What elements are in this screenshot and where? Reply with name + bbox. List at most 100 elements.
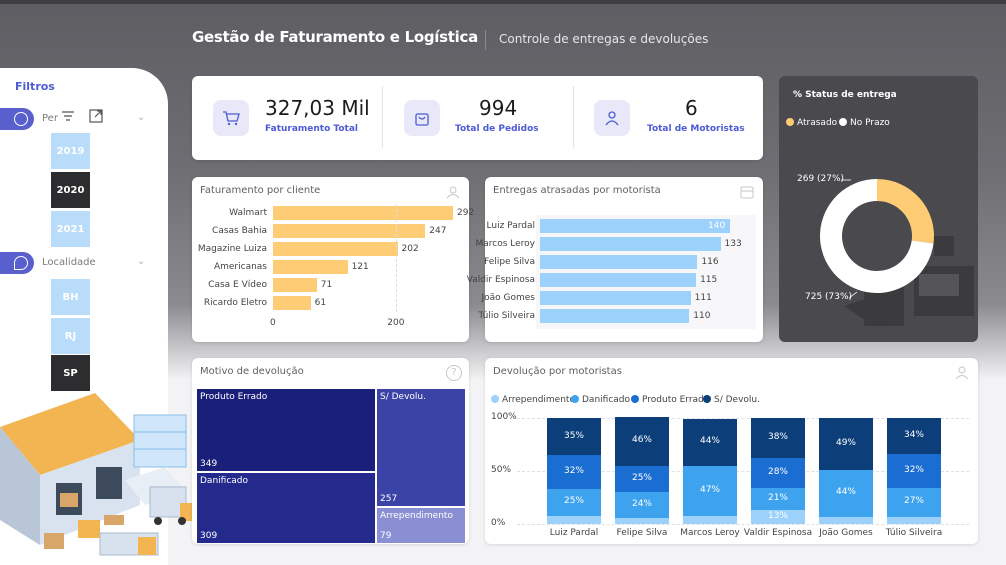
bar-value-label: 133 [724, 239, 742, 249]
filter-icon[interactable] [61, 110, 75, 122]
stacked-bar-segment[interactable]: 27% [887, 487, 941, 517]
bar-value-label: 247 [429, 226, 447, 236]
location-pin-icon [14, 256, 28, 270]
year-option-2019[interactable]: 2019 [51, 133, 90, 169]
bar-value-label: 111 [694, 293, 712, 303]
kpi-revenue-label: Faturamento Total [265, 124, 359, 134]
stacked-bar-segment[interactable]: 13% [751, 510, 805, 524]
stacked-bar-segment[interactable]: 44% [819, 469, 873, 517]
stacked-bar-segment[interactable]: 25% [547, 489, 601, 516]
calendar-icon [14, 112, 28, 126]
stacked-bar-segment[interactable]: 38% [751, 418, 805, 459]
x-category-label: Luiz Pardal [549, 528, 599, 538]
stacked-bar-segment[interactable]: 28% [751, 458, 805, 488]
treemap-tile[interactable]: S/ Devolu. 257 [377, 389, 465, 506]
x-category-label: Valdir Espinosa [743, 528, 813, 538]
axis-gridline [396, 204, 398, 312]
stacked-bar-segment[interactable]: 24% [615, 492, 669, 518]
year-option-2020[interactable]: 2020 [51, 172, 90, 208]
kpi-divider [573, 86, 574, 148]
revenue-by-client-card: Faturamento por cliente Walmart 292 Casas … [192, 177, 474, 342]
donut-label-atrasado: 269 (27%) [797, 174, 845, 184]
revenue-by-client-title: Faturamento por cliente [200, 185, 321, 196]
bar-category-label: Magazine Luiza [197, 244, 267, 254]
stacked-bar-segment[interactable] [547, 515, 601, 524]
treemap-tile-value: 79 [380, 531, 392, 541]
legend-dot [491, 395, 499, 403]
bar-value-label: 292 [457, 208, 475, 218]
bar-category-label: Americanas [213, 262, 267, 272]
location-filter-label: Localidade [42, 257, 96, 268]
legend-item[interactable]: Danificado [571, 395, 630, 405]
year-option-2021[interactable]: 2021 [51, 211, 90, 247]
segment-label: 35% [563, 430, 584, 441]
legend-label: Arrependimento [502, 395, 575, 405]
user-icon[interactable] [955, 366, 969, 380]
treemap-tile[interactable]: Produto Errado 349 [197, 389, 375, 471]
bar[interactable] [273, 206, 453, 220]
segment-label: 32% [563, 466, 584, 477]
legend-label: Danificado [582, 395, 631, 405]
donut-slice-atrasado[interactable] [877, 179, 934, 244]
stacked-bar-segment[interactable]: 32% [887, 454, 941, 488]
axis-tick-label: 0 [270, 318, 276, 328]
bar-category-label: Túlio Silveira [478, 311, 536, 321]
stacked-bar-segment[interactable]: 35% [547, 418, 601, 456]
bar[interactable] [540, 309, 690, 323]
people-icon [594, 100, 630, 136]
bar[interactable] [540, 255, 698, 269]
stacked-bar-segment[interactable]: 25% [615, 465, 669, 493]
treemap-tile[interactable]: Arrependimento 79 [377, 508, 465, 543]
legend-label: S/ Devolu. [714, 395, 760, 405]
stacked-bar-segment[interactable] [819, 516, 873, 524]
stacked-bar-segment[interactable]: 49% [819, 418, 873, 470]
stacked-bar-segment[interactable] [683, 515, 737, 524]
stacked-bar-segment[interactable]: 46% [615, 416, 669, 466]
legend-item[interactable]: Produto Errado [631, 395, 709, 405]
status-donut-chart[interactable] [779, 76, 978, 342]
stacked-bar-segment[interactable]: 32% [547, 455, 601, 489]
bar[interactable] [273, 242, 398, 256]
bar-value-label: 61 [314, 298, 327, 308]
focus-mode-icon[interactable] [89, 109, 103, 123]
bar[interactable] [273, 278, 317, 292]
bar[interactable] [273, 224, 426, 238]
treemap-tile[interactable]: Danificado 309 [197, 473, 375, 543]
treemap-tile-value: 349 [200, 459, 218, 469]
period-filter-toggle[interactable] [0, 108, 34, 130]
help-icon[interactable]: ? [446, 365, 462, 381]
bar[interactable] [540, 291, 691, 305]
legend-item[interactable]: Arrependimento [491, 395, 575, 405]
bar-value-label: 202 [401, 244, 419, 254]
stacked-bar-segment[interactable]: 34% [887, 418, 941, 455]
bar[interactable] [273, 296, 311, 310]
bar-category-label: Luiz Pardal [486, 221, 535, 231]
stacked-bar-segment[interactable]: 21% [751, 487, 805, 511]
stacked-bar-segment[interactable] [887, 516, 941, 524]
chevron-down-icon[interactable]: ⌄ [137, 112, 145, 123]
bar[interactable] [540, 273, 697, 287]
location-filter-toggle[interactable] [0, 252, 34, 274]
bar-value-label: 116 [701, 257, 719, 267]
state-option-bh[interactable]: BH [51, 279, 90, 315]
people-icon[interactable] [445, 185, 461, 199]
page-title: Gestão de Faturamento e Logística [192, 28, 478, 46]
chevron-down-icon[interactable]: ⌄ [137, 256, 145, 267]
treemap-tile-label: S/ Devolu. [380, 392, 426, 402]
bar[interactable] [540, 237, 721, 251]
delivery-status-card: % Status de entrega Atrasado No Prazo 26… [779, 76, 978, 342]
late-deliveries-card: Entregas atrasadas por motorista Luiz Pa… [467, 177, 763, 342]
stacked-bar-segment[interactable]: 47% [683, 465, 737, 516]
legend-item[interactable]: S/ Devolu. [703, 395, 760, 405]
bar-category-label: Casa E Vídeo [208, 280, 267, 290]
warehouse-illustration [0, 393, 194, 556]
bar[interactable] [273, 260, 348, 274]
stacked-bar-segment[interactable]: 44% [683, 419, 737, 466]
calendar-icon[interactable] [739, 184, 755, 200]
state-option-rj[interactable]: RJ [51, 318, 90, 354]
bar-category-label: Ricardo Eletro [203, 298, 267, 308]
bar[interactable] [540, 219, 730, 233]
stacked-bar-segment[interactable] [615, 517, 669, 524]
return-reason-title: Motivo de devolução [200, 366, 304, 377]
legend-label: Produto Errado [642, 395, 710, 405]
